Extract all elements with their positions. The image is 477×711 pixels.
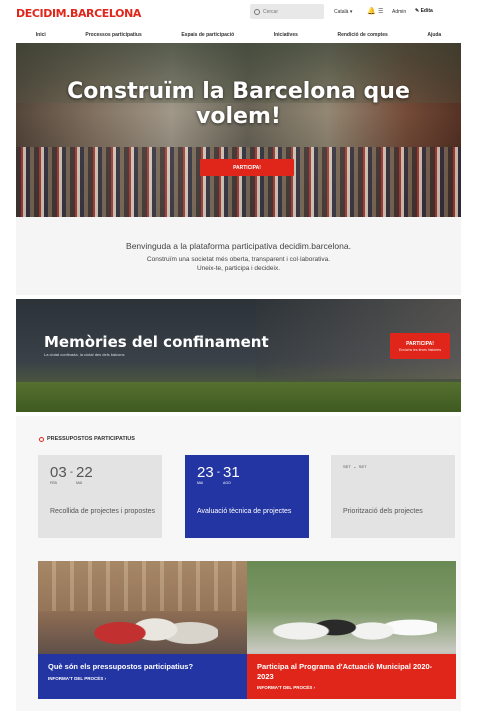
end-month: MAI bbox=[76, 481, 83, 485]
welcome-text-1: Construïm una societat més oberta, trans… bbox=[146, 256, 331, 263]
nav-item-processos[interactable]: Processos participatius bbox=[85, 32, 141, 38]
start-month: FEB bbox=[50, 481, 57, 485]
info-card-budgets[interactable]: Què són els pressupostos participatius? … bbox=[38, 561, 247, 699]
end-month: AGO bbox=[223, 481, 231, 485]
welcome-section: Benvinguda a la plataforma participativa… bbox=[16, 217, 461, 295]
phase-label: Priorització dels projectes bbox=[343, 508, 423, 515]
end-day: 22 bbox=[76, 464, 93, 481]
phase-label: Avaluació tècnica de projectes bbox=[197, 508, 292, 515]
banner-button-label: PARTICIPA! bbox=[406, 340, 434, 347]
section-tag: PRESSUPOSTOS PARTICIPATIUS bbox=[39, 436, 135, 442]
date-separator: - bbox=[353, 465, 356, 471]
banner-subtitle: La ciutat confinada, la ciutat des dels … bbox=[44, 352, 125, 357]
circle-icon bbox=[39, 436, 44, 442]
nav-item-rendicio[interactable]: Rendició de comptes bbox=[337, 32, 387, 38]
nav-item-iniciatives[interactable]: Iniciatives bbox=[274, 32, 298, 38]
edit-label: Edita bbox=[420, 8, 433, 14]
language-selector[interactable]: Català ▾ bbox=[334, 9, 352, 15]
search-input[interactable] bbox=[263, 8, 313, 15]
site-logo[interactable]: DECIDIM.BARCELONA bbox=[16, 7, 141, 20]
card-photo-people bbox=[78, 591, 218, 661]
hero-background-crowd bbox=[16, 147, 461, 217]
section-tag-label: PRESSUPOSTOS PARTICIPATIUS bbox=[47, 436, 135, 442]
banner-background-grass bbox=[16, 382, 461, 412]
phase-label: Recollida de projectes i propostes bbox=[50, 508, 156, 515]
search-box[interactable] bbox=[250, 4, 324, 19]
card-link[interactable]: INFORMA'T DEL PROCÉS › bbox=[257, 685, 446, 690]
nav-item-ajuda[interactable]: Ajuda bbox=[427, 32, 441, 38]
admin-link[interactable]: Admin bbox=[392, 9, 406, 15]
card-title: Participa al Programa d'Actuació Municip… bbox=[257, 662, 433, 681]
phase-card-active[interactable]: 23 MAI - 31 AGO Avaluació tècnica de proje… bbox=[185, 455, 309, 538]
end-day: SET bbox=[358, 464, 367, 469]
phase-dates: SET - SET bbox=[343, 464, 367, 472]
banner-title: Memòries del confinament bbox=[44, 333, 269, 351]
nav-item-espais[interactable]: Espais de participació bbox=[181, 32, 234, 38]
search-icon bbox=[254, 8, 260, 15]
hero-participate-button[interactable]: PARTICIPA! bbox=[200, 159, 294, 176]
card-overlay: Participa al Programa d'Actuació Municip… bbox=[247, 654, 456, 699]
start-day: 03 bbox=[50, 464, 67, 481]
card-link[interactable]: INFORMA'T DEL PROCÉS › bbox=[48, 676, 237, 681]
memories-banner[interactable]: Memòries del confinament La ciutat confi… bbox=[16, 299, 461, 412]
card-overlay: Què són els pressupostos participatius? … bbox=[38, 654, 247, 699]
start-day: 23 bbox=[197, 464, 214, 481]
date-separator: - bbox=[69, 467, 74, 478]
notifications-bell-icon[interactable]: 🔔 bbox=[367, 7, 376, 15]
card-title: Què són els pressupostos participatius? bbox=[48, 662, 194, 671]
phase-dates: 23 MAI - 31 AGO bbox=[197, 465, 240, 485]
card-photo-people bbox=[267, 589, 437, 659]
menu-icon[interactable]: ☰ bbox=[378, 8, 383, 15]
hero-title-line2: volem! bbox=[196, 104, 281, 129]
start-month: MAI bbox=[197, 481, 204, 485]
banner-button-sublabel: Envia'ns les teves històries bbox=[399, 347, 441, 352]
edit-link[interactable]: ✎ Edita bbox=[415, 8, 433, 14]
end-day: 31 bbox=[223, 464, 240, 481]
nav-item-inici[interactable]: Inici bbox=[36, 32, 46, 38]
hero-banner: Construïm la Barcelona que volem! PARTIC… bbox=[16, 43, 461, 217]
start-day: SET bbox=[343, 464, 351, 469]
main-nav: Inici Processos participatius Espais de … bbox=[16, 28, 461, 42]
pencil-icon: ✎ bbox=[415, 8, 420, 14]
date-separator: - bbox=[216, 467, 221, 478]
phase-dates: 03 FEB - 22 MAI bbox=[50, 465, 93, 485]
participatory-budget-section: PRESSUPOSTOS PARTICIPATIUS 03 FEB - 22 MAI… bbox=[16, 416, 461, 711]
banner-participate-button[interactable]: PARTICIPA! Envia'ns les teves històries bbox=[390, 333, 450, 359]
info-card-pam[interactable]: Participa al Programa d'Actuació Municip… bbox=[247, 561, 456, 699]
phase-card[interactable]: SET - SET Priorització dels projectes bbox=[331, 455, 455, 538]
welcome-text-2: Uneix-te, participa i decideix. bbox=[196, 265, 281, 272]
hero-title-line1: Construïm la Barcelona que bbox=[67, 79, 410, 104]
hero-title: Construïm la Barcelona que volem! bbox=[16, 79, 461, 129]
welcome-heading: Benvinguda a la plataforma participativa… bbox=[126, 241, 351, 251]
phase-card[interactable]: 03 FEB - 22 MAI Recollida de projectes i p… bbox=[38, 455, 162, 538]
